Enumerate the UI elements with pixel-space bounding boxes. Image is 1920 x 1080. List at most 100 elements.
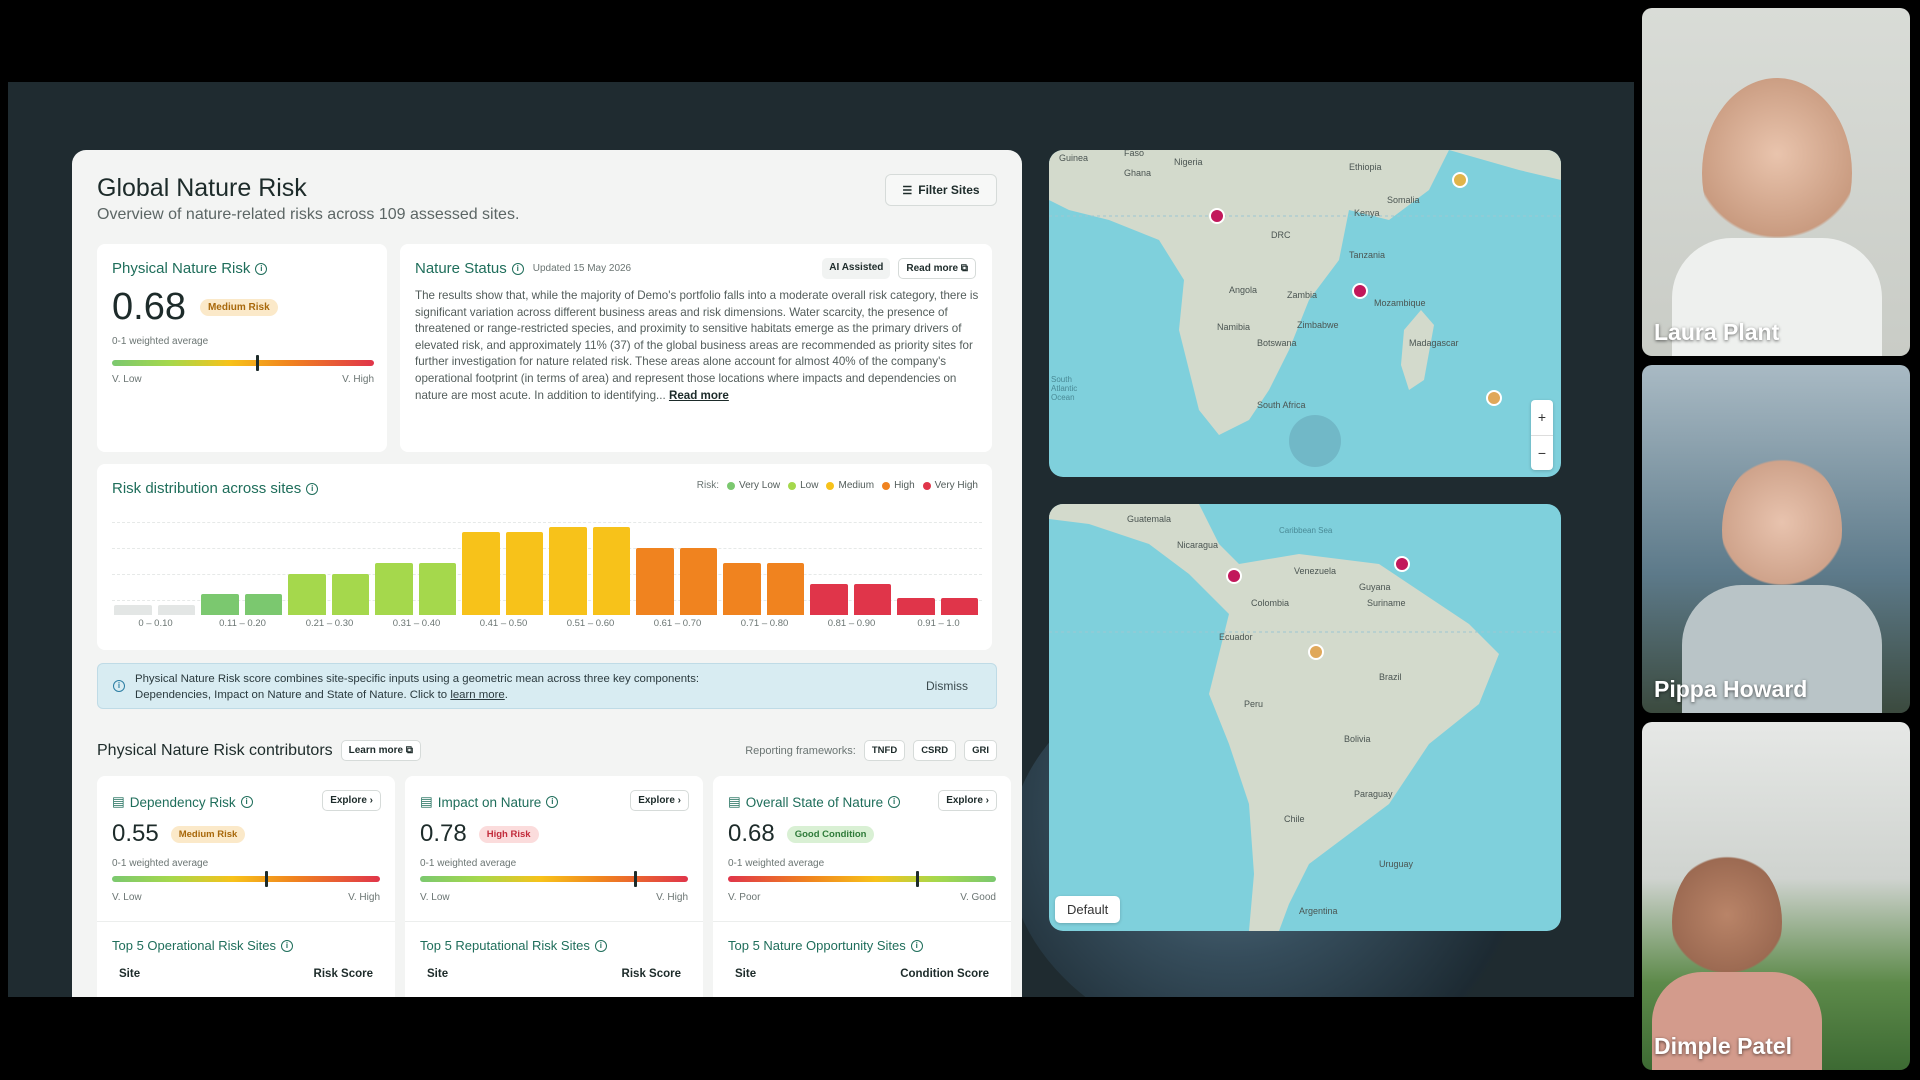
info-icon[interactable]: i [511, 262, 524, 275]
legend-item: Very Low [726, 480, 780, 491]
column-header-site: Site [119, 968, 141, 980]
chart-bar[interactable] [418, 563, 456, 615]
info-icon[interactable]: i [255, 262, 268, 275]
legend-prefix: Risk: [696, 480, 719, 491]
physical-risk-value: 0.68 [112, 286, 186, 328]
chart-bar[interactable] [331, 573, 369, 615]
chart-bar[interactable] [636, 547, 674, 615]
participant-tile[interactable]: Dimple Patel [1642, 722, 1910, 1070]
legend-label: Very High [934, 480, 978, 491]
participant-tile[interactable]: Pippa Howard [1642, 365, 1910, 713]
dismiss-button[interactable]: Dismiss [926, 679, 968, 693]
legend-dot [826, 481, 835, 490]
banner-line-2-text: Dependencies, Impact on Nature and State… [135, 689, 451, 701]
contributor-caption: 0-1 weighted average [728, 858, 825, 869]
legend-dot [788, 481, 797, 490]
info-icon[interactable]: i [546, 796, 559, 808]
info-icon[interactable]: i [910, 939, 923, 952]
map-label: Angola [1229, 285, 1258, 295]
legend-label: Low [800, 480, 819, 491]
zoom-out-button[interactable]: − [1531, 435, 1553, 470]
chart-bar[interactable] [723, 563, 761, 615]
site-pin[interactable] [1308, 644, 1324, 660]
map-label: Zambia [1287, 290, 1318, 300]
chart-bar[interactable] [766, 563, 804, 615]
explore-button[interactable]: Explore › [938, 790, 997, 811]
gauge-low-label: V. Poor [728, 892, 761, 903]
contributors-learn-more-button[interactable]: Learn more ⧉ [340, 740, 422, 761]
chart-bar[interactable] [853, 584, 891, 615]
gridline [112, 548, 982, 549]
participant-tile[interactable]: Laura Plant [1642, 8, 1910, 356]
map-label: Paraguay [1354, 789, 1393, 799]
chart-bar[interactable] [592, 527, 630, 615]
chart-bar[interactable] [462, 532, 500, 615]
contributor-badge: Medium Risk [170, 825, 246, 843]
chart-bar[interactable] [201, 594, 239, 615]
south-america-map[interactable]: Guatemala Nicaragua Caribbean Sea Venezuela… [1049, 504, 1561, 931]
filter-sites-button[interactable]: ☰ Filter Sites [885, 174, 997, 206]
x-tick-label: 0.11 – 0.20 [219, 618, 266, 629]
chart-bar[interactable] [157, 604, 195, 615]
x-axis-ticks: 0 – 0.10 0.11 – 0.20 0.21 – 0.30 0.31 – 0.4… [112, 618, 982, 632]
info-icon[interactable]: i [281, 939, 294, 952]
info-icon[interactable]: i [594, 939, 607, 952]
contributor-value-row: 0.68 Good Condition [728, 820, 875, 848]
column-header-site: Site [735, 968, 757, 980]
contributor-badge: High Risk [478, 825, 539, 843]
top-sites-title: Top 5 Nature Opportunity Sites [728, 938, 906, 953]
contributor-card: ▤ Impact on Nature i Explore › 0.78 High Risk… [405, 776, 703, 997]
info-icon[interactable]: i [240, 796, 253, 808]
nature-status-read-more-link[interactable]: Read more [669, 389, 729, 402]
banner-learn-more-link[interactable]: learn more [450, 689, 504, 701]
physical-risk-caption: 0-1 weighted average [112, 336, 209, 347]
nature-status-title: Nature Status [415, 260, 507, 277]
x-tick-label: 0.31 – 0.40 [392, 618, 441, 629]
africa-map[interactable]: Guinea Faso Nigeria Ghana Ethiopia Somalia DRC… [1049, 150, 1561, 477]
chart-bar[interactable] [549, 527, 587, 615]
info-icon[interactable]: i [888, 796, 901, 808]
info-icon[interactable]: i [306, 482, 319, 495]
zoom-in-button[interactable]: + [1531, 400, 1553, 435]
site-pin[interactable] [1226, 568, 1242, 584]
chart-bar[interactable] [897, 598, 935, 615]
chart-bar[interactable] [114, 604, 152, 615]
map-label: Ecuador [1219, 632, 1253, 642]
nature-status-read-more-button[interactable]: Read more ⧉ [898, 258, 976, 279]
gauge-high-label: V. Good [960, 892, 996, 903]
external-link-icon: ⧉ [405, 745, 414, 756]
explore-button[interactable]: Explore › [322, 790, 381, 811]
ai-assisted-badge: AI Assisted [822, 258, 891, 279]
dashboard-panel: Global Nature Risk Overview of nature-re… [72, 150, 1022, 997]
chart-bar[interactable] [940, 598, 978, 615]
chart-bar[interactable] [244, 594, 282, 615]
legend-label: High [894, 480, 915, 491]
x-tick-label: 0 – 0.10 [138, 618, 173, 629]
site-pin[interactable] [1209, 208, 1225, 224]
learn-more-label: Learn more [348, 745, 404, 756]
gridline [112, 522, 982, 523]
divider [97, 921, 395, 922]
map-style-default-button[interactable]: Default [1055, 896, 1121, 923]
explore-button[interactable]: Explore › [630, 790, 689, 811]
map-label: Kenya [1354, 208, 1380, 218]
framework-badge[interactable]: TNFD [863, 740, 906, 761]
chart-bar[interactable] [810, 584, 848, 615]
chart-bar[interactable] [505, 532, 543, 615]
chart-bar[interactable] [288, 573, 326, 615]
site-pin[interactable] [1452, 172, 1468, 188]
site-pin[interactable] [1394, 556, 1410, 572]
participant-video [1722, 455, 1842, 605]
chart-bar[interactable] [679, 547, 717, 615]
participant-name: Laura Plant [1654, 319, 1780, 345]
gauge-marker [264, 871, 268, 887]
map-label: Uruguay [1379, 859, 1414, 869]
map-label: Tanzania [1349, 250, 1386, 260]
framework-badge[interactable]: CSRD [913, 740, 957, 761]
nature-status-updated: Updated 15 May 2026 [532, 263, 632, 274]
site-pin[interactable] [1352, 283, 1368, 299]
framework-badge[interactable]: GRI [964, 740, 997, 761]
site-pin[interactable] [1486, 390, 1502, 406]
chart-bar[interactable] [375, 563, 413, 615]
video-call-stage: Global Nature Risk Overview of nature-re… [0, 0, 1920, 1080]
